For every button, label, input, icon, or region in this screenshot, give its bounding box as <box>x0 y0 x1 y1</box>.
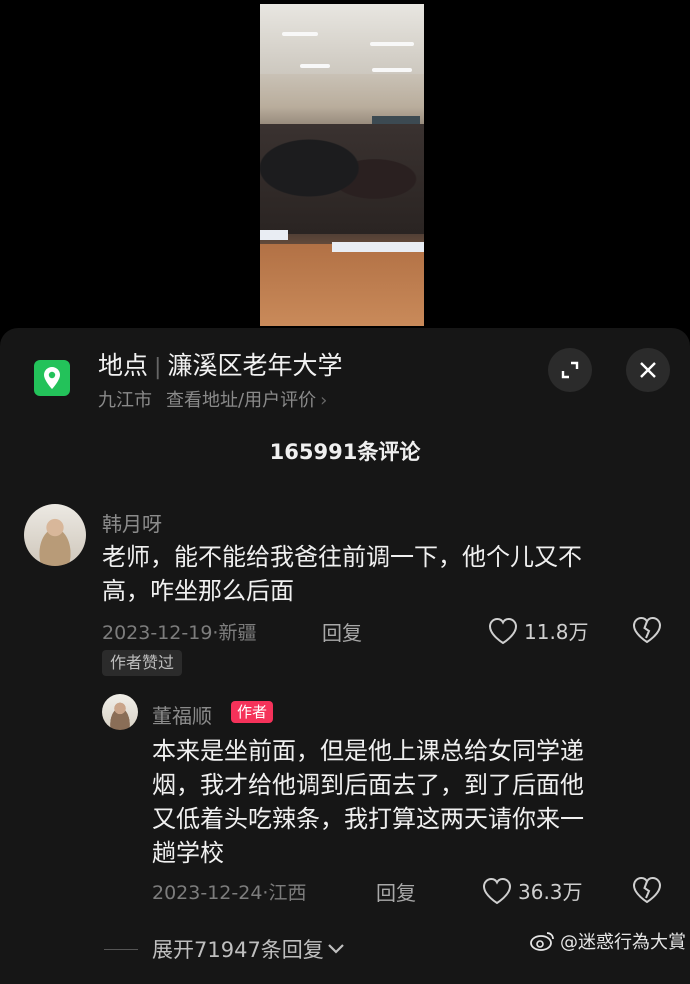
comment-count-title: 165991条评论 <box>269 440 421 464</box>
weibo-watermark: @迷惑行為大賞 <box>530 928 686 954</box>
expand-divider <box>104 949 138 950</box>
location-city: 九江市 <box>98 390 152 411</box>
comment-date: 2023-12-19 <box>102 622 213 644</box>
comment-text[interactable]: 老师，能不能给我爸往前调一下，他个儿又不 高，咋坐那么后面 <box>102 540 582 608</box>
ceiling-lamp <box>370 42 414 46</box>
reply-region: 江西 <box>268 882 307 904</box>
reply-text-line: 烟，我才给他调到后面去了，到了后面他 <box>152 771 584 799</box>
close-button[interactable] <box>626 348 670 392</box>
chevron-right-icon: › <box>320 390 328 411</box>
broken-heart-icon <box>632 616 662 644</box>
close-icon <box>640 362 656 378</box>
desk <box>332 242 424 252</box>
reply-meta: 2023-12-24·江西 <box>152 878 306 905</box>
reply-text-line: 本来是坐前面，但是他上课总给女同学递 <box>152 737 584 765</box>
avatar[interactable] <box>102 694 138 730</box>
weibo-logo-icon <box>530 932 554 951</box>
avatar[interactable] <box>24 504 86 566</box>
ceiling-lamp <box>300 64 330 68</box>
heart-icon <box>488 617 518 644</box>
video-player[interactable] <box>0 0 690 330</box>
ceiling-lamp <box>282 32 318 36</box>
reply-text-line: 趟学校 <box>152 839 224 867</box>
heart-icon <box>482 877 512 904</box>
author-tag: 作者 <box>231 701 274 723</box>
expand-icon <box>561 361 579 379</box>
video-ceiling <box>260 4 424 74</box>
reply-button[interactable]: 回复 <box>322 617 362 646</box>
comment-text-line: 老师，能不能给我爸往前调一下，他个儿又不 <box>102 543 582 571</box>
broken-heart-icon <box>632 876 662 904</box>
desk <box>260 230 288 240</box>
ceiling-lamp <box>372 68 412 72</box>
video-frame[interactable] <box>260 4 424 326</box>
comment-text-line: 高，咋坐那么后面 <box>102 577 294 605</box>
expand-button[interactable] <box>548 348 592 392</box>
chevron-down-icon <box>328 944 344 954</box>
classroom-crowd <box>260 124 424 234</box>
like-button[interactable]: 36.3万 <box>482 876 583 905</box>
reply-button[interactable]: 回复 <box>376 877 416 906</box>
expand-replies-label: 展开71947条回复 <box>152 938 324 962</box>
location-label: 地点 <box>98 351 149 380</box>
like-count: 11.8万 <box>524 620 589 644</box>
like-count: 36.3万 <box>518 880 583 904</box>
comment-panel: 地点 | 濂溪区老年大学 九江市 查看地址/用户评价 › 165991条评论 韩月呀 老… <box>0 328 690 984</box>
comment-meta: 2023-12-19·新疆 <box>102 618 256 645</box>
location-name: 濂溪区老年大学 <box>167 351 343 380</box>
expand-replies-button[interactable]: 展开71947条回复 <box>152 934 346 964</box>
reply-text-line: 又低着头吃辣条，我打算这两天请你来一 <box>152 805 584 833</box>
view-address-link[interactable]: 查看地址/用户评价 <box>166 390 316 411</box>
location-title[interactable]: 地点 | 濂溪区老年大学 <box>98 346 342 382</box>
dislike-button[interactable] <box>632 616 662 648</box>
location-subtitle[interactable]: 九江市 查看地址/用户评价 › <box>98 386 327 412</box>
location-pin-icon[interactable] <box>34 360 70 396</box>
watermark-text: @迷惑行為大賞 <box>560 932 686 953</box>
comment-username[interactable]: 韩月呀 <box>102 508 162 537</box>
like-button[interactable]: 11.8万 <box>488 616 589 645</box>
reply-text[interactable]: 本来是坐前面，但是他上课总给女同学递 烟，我才给他调到后面去了，到了后面他 又低… <box>152 734 584 870</box>
title-separator: | <box>154 355 162 380</box>
comment-region: 新疆 <box>218 622 257 644</box>
dislike-button[interactable] <box>632 876 662 908</box>
classroom-floor <box>260 244 424 326</box>
reply-date: 2023-12-24 <box>152 882 263 904</box>
author-liked-badge: 作者赞过 <box>102 650 183 676</box>
reply-username[interactable]: 董福顺 <box>152 700 212 729</box>
